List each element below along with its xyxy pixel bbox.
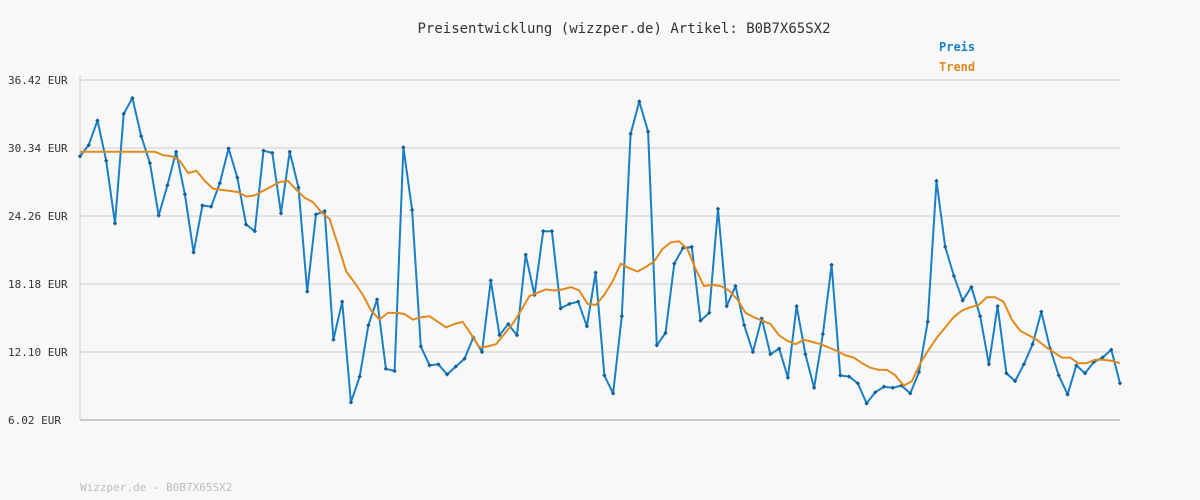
- data-point: [305, 289, 310, 294]
- data-point: [995, 303, 1000, 309]
- data-point: [838, 373, 843, 378]
- grid: [80, 79, 1120, 353]
- data-point: [278, 211, 284, 216]
- data-point: [523, 252, 528, 257]
- series-line-preis: [79, 97, 1121, 405]
- data-point: [619, 314, 625, 319]
- data-point: [104, 158, 109, 163]
- data-point: [715, 206, 721, 212]
- data-point: [540, 229, 546, 234]
- data-point: [977, 314, 983, 319]
- data-point: [986, 362, 992, 367]
- data-point: [287, 149, 292, 155]
- series-line-trend: [80, 150, 1121, 387]
- data-point: [409, 207, 415, 213]
- data-point: [331, 337, 336, 342]
- y-tick-label: 18.18 EUR: [8, 278, 68, 291]
- data-point: [191, 250, 196, 255]
- data-point: [270, 150, 275, 156]
- data-point: [165, 183, 170, 188]
- data-point: [200, 203, 205, 208]
- data-point: [645, 129, 651, 134]
- data-point: [488, 278, 493, 283]
- y-tick-label: 36.42 EUR: [8, 74, 68, 87]
- data-point: [785, 375, 791, 380]
- y-tick-label: 30.34 EUR: [8, 142, 68, 155]
- y-tick-label: 6.02 EUR: [8, 414, 61, 427]
- y-axis-ticks: 6.02 EUR 12.10 EUR 18.18 EUR 24.26 EUR 30.34…: [8, 74, 68, 427]
- legend-trend: Trend: [939, 60, 975, 74]
- y-tick-label: 24.26 EUR: [8, 210, 68, 223]
- data-point: [339, 299, 345, 304]
- data-point: [392, 368, 397, 374]
- data-point: [811, 385, 817, 390]
- data-point: [794, 303, 799, 309]
- data-point: [182, 192, 188, 197]
- data-point: [173, 149, 179, 155]
- footer-text: Wizzper.de - B0B7X65SX2: [80, 481, 232, 494]
- data-point: [549, 229, 555, 234]
- legend-preis: Preis: [939, 40, 975, 54]
- data-point: [112, 221, 118, 226]
- data-point: [637, 99, 642, 104]
- chart-title: Preisentwicklung (wizzper.de) Artikel: B…: [417, 21, 830, 37]
- data-point: [1039, 309, 1044, 314]
- data-point: [235, 175, 240, 180]
- data-point: [689, 244, 694, 250]
- data-point: [261, 148, 266, 153]
- data-point: [925, 319, 930, 325]
- data-point: [628, 131, 633, 137]
- legend: Preis Trend: [939, 40, 975, 74]
- data-point: [890, 385, 895, 390]
- data-point: [1117, 381, 1123, 386]
- data-point: [943, 244, 948, 250]
- data-point: [829, 262, 834, 267]
- data-point: [934, 178, 939, 184]
- data-point: [820, 331, 826, 337]
- price-chart: Preisentwicklung (wizzper.de) Artikel: B…: [8, 21, 1123, 494]
- data-point: [383, 366, 389, 371]
- data-point: [593, 270, 598, 275]
- series-group: [77, 95, 1123, 406]
- data-point: [742, 322, 747, 328]
- y-tick-label: 12.10 EUR: [8, 346, 68, 359]
